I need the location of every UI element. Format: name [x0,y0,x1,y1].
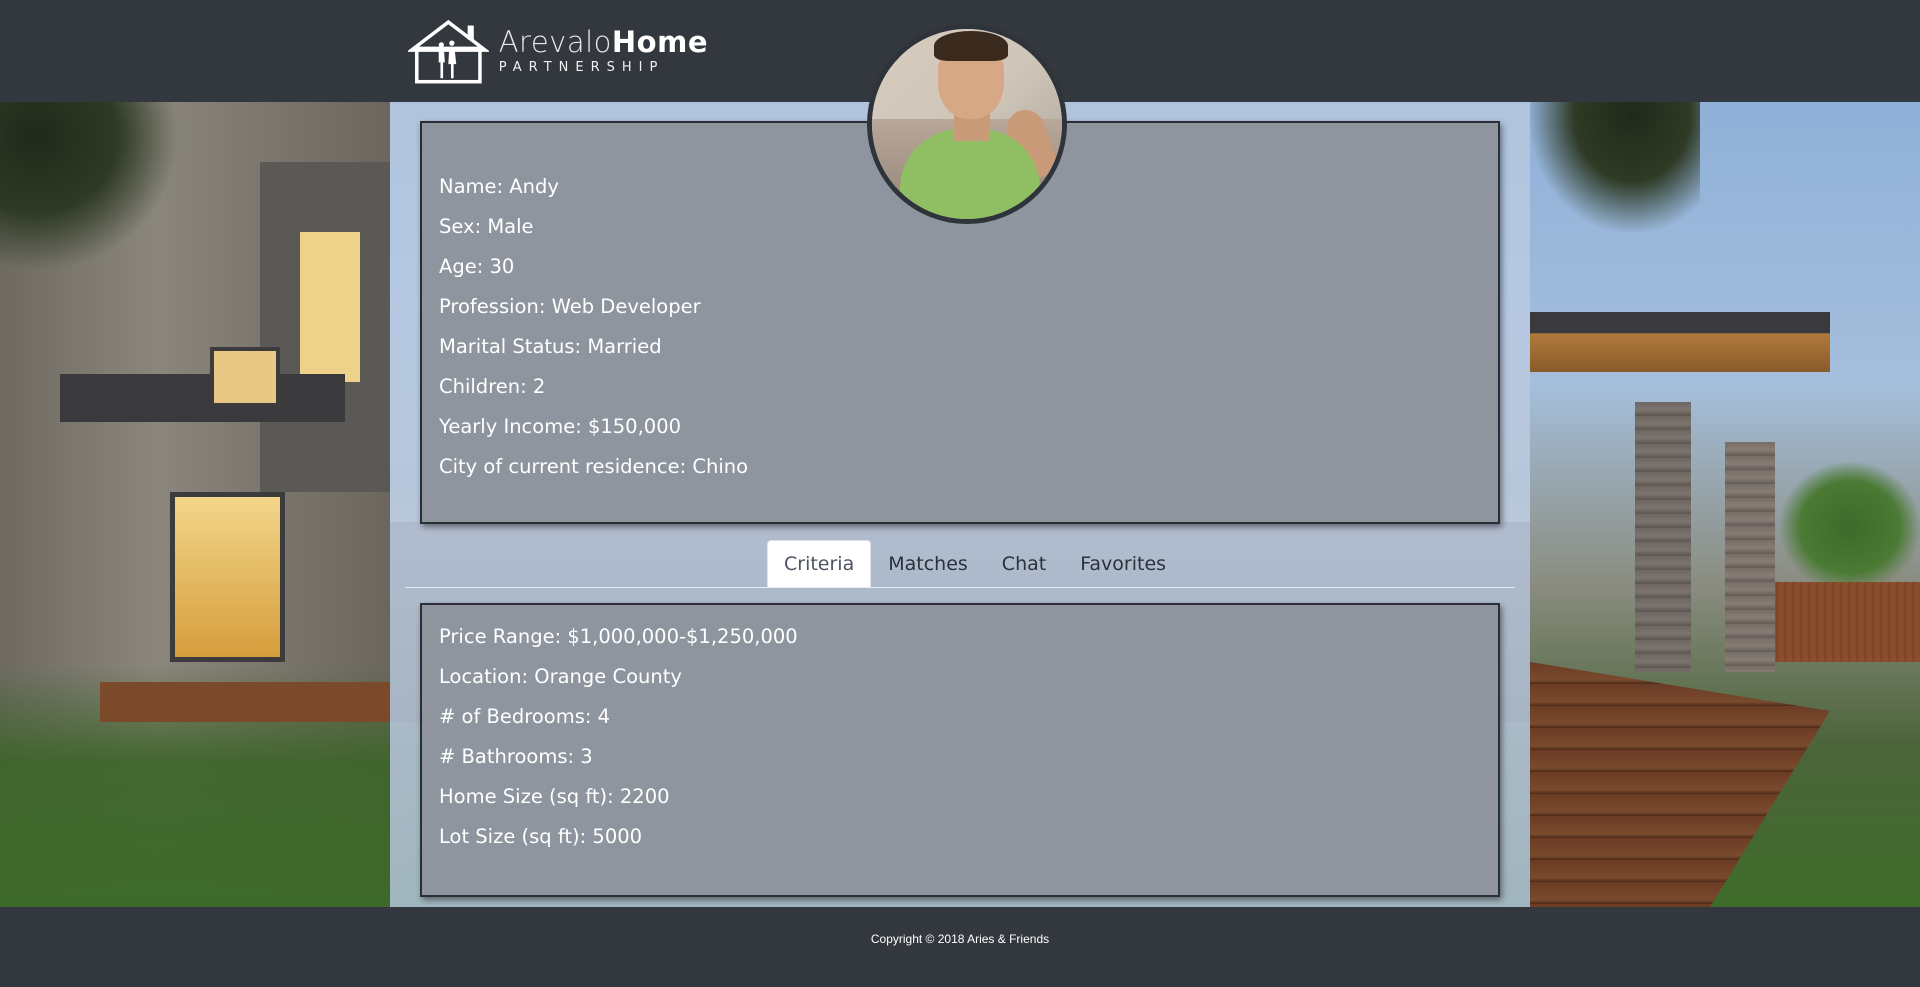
house-roof [1530,312,1830,372]
deck-steps [1530,662,1830,907]
criteria-price-range: Price Range: $1,000,000-$1,250,000 [439,625,798,648]
house-window [170,492,285,662]
site-logo[interactable]: ArevaloHome PARTNERSHIP [408,14,708,88]
tab-criteria[interactable]: Criteria [767,540,872,587]
profile-age: Age: 30 [439,255,515,278]
avatar-shirt [900,129,1040,219]
tab-favorites[interactable]: Favorites [1063,540,1183,587]
criteria-panel: Price Range: $1,000,000-$1,250,000 Locat… [420,603,1500,897]
criteria-bedrooms: # of Bedrooms: 4 [439,705,611,728]
stone-pillar [1725,442,1775,672]
logo-name-bold: Home [611,25,708,59]
tab-chat[interactable]: Chat [985,540,1063,587]
fence [1770,582,1920,662]
trees [1780,462,1920,592]
profile-profession: Profession: Web Developer [439,295,701,318]
logo-subtitle: PARTNERSHIP [498,60,665,75]
criteria-home-size: Home Size (sq ft): 2200 [439,785,670,808]
tab-matches[interactable]: Matches [871,540,985,587]
logo-name-light: Arevalo [498,25,612,59]
house-window [210,347,280,407]
avatar-hair [934,31,1008,61]
house-roof [60,374,345,422]
profile-city: City of current residence: Chino [439,455,749,478]
tab-bar: Criteria Matches Chat Favorites [767,540,1183,587]
logo-title: ArevaloHome [499,28,708,57]
site-footer [0,907,1920,987]
profile-sex: Sex: Male [439,215,534,238]
criteria-bathrooms: # Bathrooms: 3 [439,745,593,768]
stone-pillar [1635,402,1691,672]
profile-children: Children: 2 [439,375,546,398]
profile-marital-status: Marital Status: Married [439,335,662,358]
criteria-location: Location: Orange County [439,665,682,688]
profile-yearly-income: Yearly Income: $150,000 [439,415,682,438]
palm-tree [0,102,180,272]
profile-name: Name: Andy [439,175,559,198]
palm-tree [1530,102,1700,232]
house-window [300,232,360,382]
criteria-lot-size: Lot Size (sq ft): 5000 [439,825,643,848]
house-couple-icon [408,19,489,84]
logo-text: ArevaloHome PARTNERSHIP [498,28,708,75]
house-deck [100,682,390,722]
profile-avatar[interactable] [867,24,1067,224]
copyright-text: Copyright © 2018 Aries & Friends [870,932,1050,946]
